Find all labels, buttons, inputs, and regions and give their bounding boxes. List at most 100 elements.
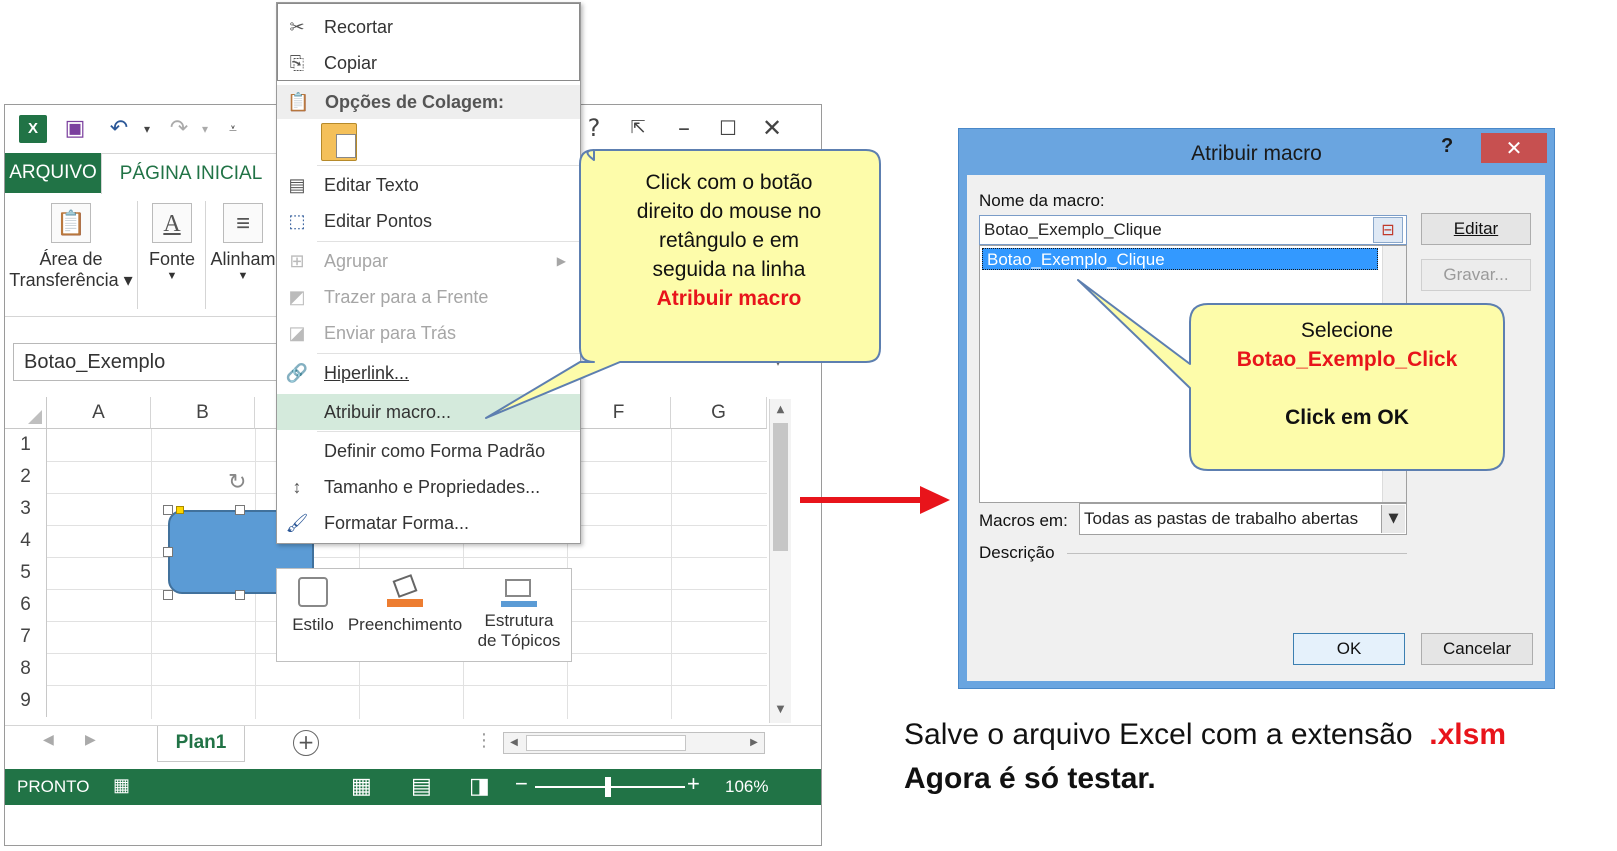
group-icon: ⊞ — [289, 251, 305, 271]
horizontal-scrollbar[interactable]: ◀ ▶ — [503, 732, 765, 754]
extension-highlight: .xlsm — [1429, 718, 1506, 751]
resize-handle[interactable] — [235, 590, 245, 600]
page-layout-icon[interactable]: ▤ — [411, 773, 432, 799]
chevron-down-icon[interactable]: ▼ — [1381, 505, 1405, 533]
close-icon[interactable]: ✕ — [753, 113, 791, 143]
macro-name-input[interactable]: Botao_Exemplo_Clique — [979, 215, 1407, 245]
fill-button[interactable]: Preenchimento — [345, 574, 465, 657]
clipboard-label-1: Área de — [39, 249, 103, 269]
ok-button[interactable]: OK — [1293, 633, 1405, 665]
ribbon-display-icon[interactable]: ⇱ — [619, 113, 657, 143]
cancel-button[interactable]: Cancelar — [1421, 633, 1533, 665]
row-header[interactable]: 6 — [5, 589, 47, 621]
row-header[interactable]: 9 — [5, 685, 47, 717]
h-scroll-thumb[interactable] — [526, 735, 686, 751]
row-header[interactable]: 2 — [5, 461, 47, 493]
test-instruction: Agora é só testar. — [904, 762, 1156, 795]
callout-left-text: Click com o botão direito do mouse no re… — [584, 168, 874, 313]
adjust-handle[interactable] — [176, 506, 184, 514]
add-sheet-icon[interactable]: + — [293, 730, 319, 756]
menu-item-cut[interactable]: ✂ Recortar — [277, 9, 580, 45]
shape-style-icon — [298, 577, 328, 607]
macro-record-icon[interactable]: ▦ — [113, 775, 130, 796]
column-header[interactable]: A — [47, 397, 151, 429]
select-all-corner[interactable] — [5, 397, 47, 429]
row-header[interactable]: 7 — [5, 621, 47, 653]
row-header[interactable]: 4 — [5, 525, 47, 557]
menu-item-copy[interactable]: ⎘ Copiar — [277, 45, 580, 81]
edit-text-icon: ▤ — [288, 175, 306, 195]
undo-dropdown-icon[interactable]: ▾ — [133, 115, 161, 143]
paste-icon: 📋 — [51, 203, 91, 243]
row-header[interactable]: 5 — [5, 557, 47, 589]
scroll-thumb[interactable] — [773, 423, 788, 551]
tab-home[interactable]: PÁGINA INICIAL — [101, 153, 281, 194]
maximize-icon[interactable]: ☐ — [709, 113, 747, 143]
fill-bucket-icon — [387, 574, 423, 607]
resize-handle[interactable] — [163, 505, 173, 515]
zoom-level[interactable]: 106% — [725, 769, 768, 805]
zoom-slider-thumb[interactable] — [605, 777, 611, 797]
vertical-scrollbar[interactable]: ▲ ▼ — [769, 399, 791, 723]
resize-handle[interactable] — [235, 505, 245, 515]
mini-toolbar: Estilo Preenchimento Estrutura de Tópico… — [276, 568, 572, 662]
row-header[interactable]: 3 — [5, 493, 47, 525]
send-backward-icon: ◪ — [288, 323, 306, 343]
dialog-help-icon[interactable]: ? — [1441, 135, 1453, 158]
bring-forward-icon: ◩ — [288, 287, 306, 307]
hyperlink-icon: 🔗 — [285, 363, 309, 383]
minimize-icon[interactable]: – — [665, 113, 703, 143]
dialog-close-icon[interactable]: ✕ — [1481, 133, 1547, 163]
red-arrow-icon — [800, 486, 950, 514]
paste-option-button[interactable] — [321, 123, 357, 161]
scroll-down-icon[interactable]: ▼ — [772, 701, 789, 719]
paste-icon: 📋 — [287, 92, 310, 112]
edit-button[interactable]: Editar — [1421, 213, 1531, 245]
style-button[interactable]: Estilo — [285, 577, 341, 657]
redo-icon[interactable]: ↷ — [165, 115, 193, 143]
zoom-out-icon[interactable]: − — [515, 771, 528, 797]
ribbon-group-alignment[interactable]: ≡ Alinham ▼ — [207, 193, 279, 317]
name-box[interactable]: Botao_Exemplo — [13, 343, 283, 381]
menu-item-size-properties[interactable]: ↕ Tamanho e Propriedades... — [277, 469, 580, 505]
outline-pen-icon — [501, 577, 537, 607]
undo-icon[interactable]: ↶ — [105, 115, 133, 143]
row-header[interactable]: 8 — [5, 653, 47, 685]
resize-handle[interactable] — [163, 590, 173, 600]
menu-item-format-shape[interactable]: 🖌 Formatar Forma... — [277, 505, 580, 541]
resize-handle[interactable] — [163, 547, 173, 557]
macros-in-select[interactable]: Todas as pastas de trabalho abertas — [1079, 503, 1407, 535]
status-ready: PRONTO — [17, 777, 90, 796]
prev-sheet-icon[interactable]: ◀ — [43, 732, 54, 748]
format-shape-icon: 🖌 — [285, 513, 309, 533]
ribbon-group-clipboard[interactable]: 📋 Área de Transferência ▾ — [7, 193, 135, 317]
column-header[interactable]: B — [151, 397, 255, 429]
scroll-left-icon[interactable]: ◀ — [504, 733, 524, 753]
redo-dropdown-icon[interactable]: ▾ — [191, 115, 219, 143]
copy-icon: ⎘ — [289, 53, 305, 73]
paste-options-header: 📋 Opções de Colagem: — [277, 85, 580, 119]
outline-button[interactable]: Estrutura de Tópicos — [471, 577, 567, 657]
macro-list-item[interactable]: Botao_Exemplo_Clique — [982, 248, 1378, 270]
scroll-right-icon[interactable]: ▶ — [744, 733, 764, 753]
ribbon-group-font[interactable]: A Fonte ▼ — [141, 193, 203, 317]
scissors-icon: ✂ — [289, 17, 305, 37]
menu-item-set-default-shape[interactable]: Definir como Forma Padrão — [277, 433, 580, 469]
save-icon[interactable]: ▣ — [61, 115, 89, 143]
macro-name-label: Nome da macro: — [979, 191, 1105, 210]
row-header[interactable]: 1 — [5, 429, 47, 461]
status-bar: PRONTO ▦ ▦ ▤ ◨ − + 106% — [5, 769, 821, 805]
zoom-in-icon[interactable]: + — [687, 771, 700, 797]
rotate-handle-icon[interactable]: ↻ — [228, 470, 246, 495]
next-sheet-icon[interactable]: ▶ — [85, 732, 96, 748]
callout-right-highlight: Botao_Exemplo_Click — [1236, 348, 1458, 371]
tab-file[interactable]: ARQUIVO — [5, 153, 101, 193]
split-handle-icon[interactable]: ⋮ — [475, 730, 493, 751]
collapse-dialog-icon[interactable]: ⊟ — [1373, 217, 1403, 243]
chevron-down-icon: ▼ — [237, 270, 249, 282]
page-break-icon[interactable]: ◨ — [469, 773, 490, 799]
sheet-tab-plan1[interactable]: Plan1 — [157, 726, 245, 762]
normal-view-icon[interactable]: ▦ — [351, 773, 372, 799]
customize-qat-icon[interactable]: ⩡ — [219, 115, 247, 143]
dialog-title: Atribuir macro — [1191, 142, 1322, 165]
